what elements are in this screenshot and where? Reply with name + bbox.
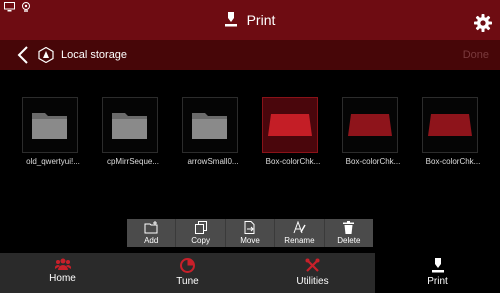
- nav-tune[interactable]: Tune: [125, 253, 250, 293]
- delete-label: Delete: [337, 236, 361, 245]
- copy-button[interactable]: Copy: [176, 219, 226, 247]
- file-action-bar: Add Copy Move Rename Delete: [127, 219, 373, 247]
- copy-label: Copy: [191, 236, 210, 245]
- tools-icon: [305, 258, 320, 272]
- add-button[interactable]: Add: [127, 219, 177, 247]
- file-thumbnail[interactable]: [182, 97, 238, 153]
- model-preview-icon: [348, 114, 392, 136]
- webcam-icon: [22, 2, 30, 12]
- add-label: Add: [144, 236, 159, 245]
- trash-icon: [343, 221, 355, 234]
- file-item-model-selected[interactable]: Box-colorChk...: [262, 97, 320, 166]
- folder-icon: [32, 113, 67, 139]
- model-preview-icon: [428, 114, 472, 136]
- file-name: Box-colorChk...: [425, 157, 481, 166]
- file-thumbnail[interactable]: [422, 97, 478, 153]
- file-item-folder[interactable]: cpMirrSeque...: [102, 97, 159, 166]
- file-item-model[interactable]: Box-colorChk...: [422, 97, 480, 166]
- model-preview-icon: [268, 114, 312, 136]
- header-title-group: Print: [0, 12, 500, 28]
- monitor-icon: [4, 2, 15, 12]
- back-chevron-icon[interactable]: [16, 46, 30, 64]
- file-name: cpMirrSeque...: [106, 157, 160, 166]
- gear-icon[interactable]: [474, 14, 492, 32]
- folder-icon: [192, 113, 227, 139]
- file-name: old_qwertyui!...: [26, 157, 80, 166]
- page-title: Print: [246, 12, 276, 28]
- tune-dial-icon: [180, 258, 195, 273]
- nav-utilities-label: Utilities: [296, 276, 329, 287]
- print-nozzle-icon: [431, 258, 444, 273]
- file-item-model[interactable]: Box-colorChk...: [342, 97, 400, 166]
- status-icons: [4, 2, 31, 12]
- storage-logo-icon: [38, 47, 54, 63]
- move-button[interactable]: Move: [226, 219, 276, 247]
- nav-utilities[interactable]: Utilities: [250, 253, 375, 293]
- rename-button[interactable]: Rename: [275, 219, 325, 247]
- file-thumbnail[interactable]: [102, 97, 158, 153]
- file-name: Box-colorChk...: [345, 157, 401, 166]
- file-item-folder[interactable]: arrowSmall0...: [182, 97, 239, 166]
- folder-icon: [112, 113, 147, 139]
- nav-print-label: Print: [427, 276, 448, 287]
- delete-button[interactable]: Delete: [325, 219, 373, 247]
- file-name: arrowSmall0...: [187, 157, 239, 166]
- file-thumbnail[interactable]: [342, 97, 398, 153]
- print-nozzle-icon: [224, 12, 237, 27]
- move-icon: [244, 221, 255, 234]
- move-label: Move: [240, 236, 260, 245]
- copy-icon: [194, 221, 207, 234]
- rename-icon: [293, 221, 306, 234]
- file-name: Box-colorChk...: [265, 157, 321, 166]
- file-thumbnail[interactable]: [22, 97, 78, 153]
- location-label: Local storage: [61, 49, 128, 61]
- add-folder-icon: [144, 221, 158, 234]
- nav-tune-label: Tune: [176, 276, 199, 287]
- bottom-navigation: Home Tune Utilities Print: [0, 253, 500, 293]
- nav-home[interactable]: Home: [0, 253, 125, 293]
- nav-home-label: Home: [49, 273, 76, 284]
- file-item-folder[interactable]: old_qwertyui!...: [22, 97, 80, 166]
- rename-label: Rename: [284, 236, 315, 245]
- nav-print[interactable]: Print: [375, 253, 500, 293]
- users-icon: [54, 258, 71, 270]
- done-button[interactable]: Done: [463, 49, 489, 61]
- file-thumbnail[interactable]: [262, 97, 318, 153]
